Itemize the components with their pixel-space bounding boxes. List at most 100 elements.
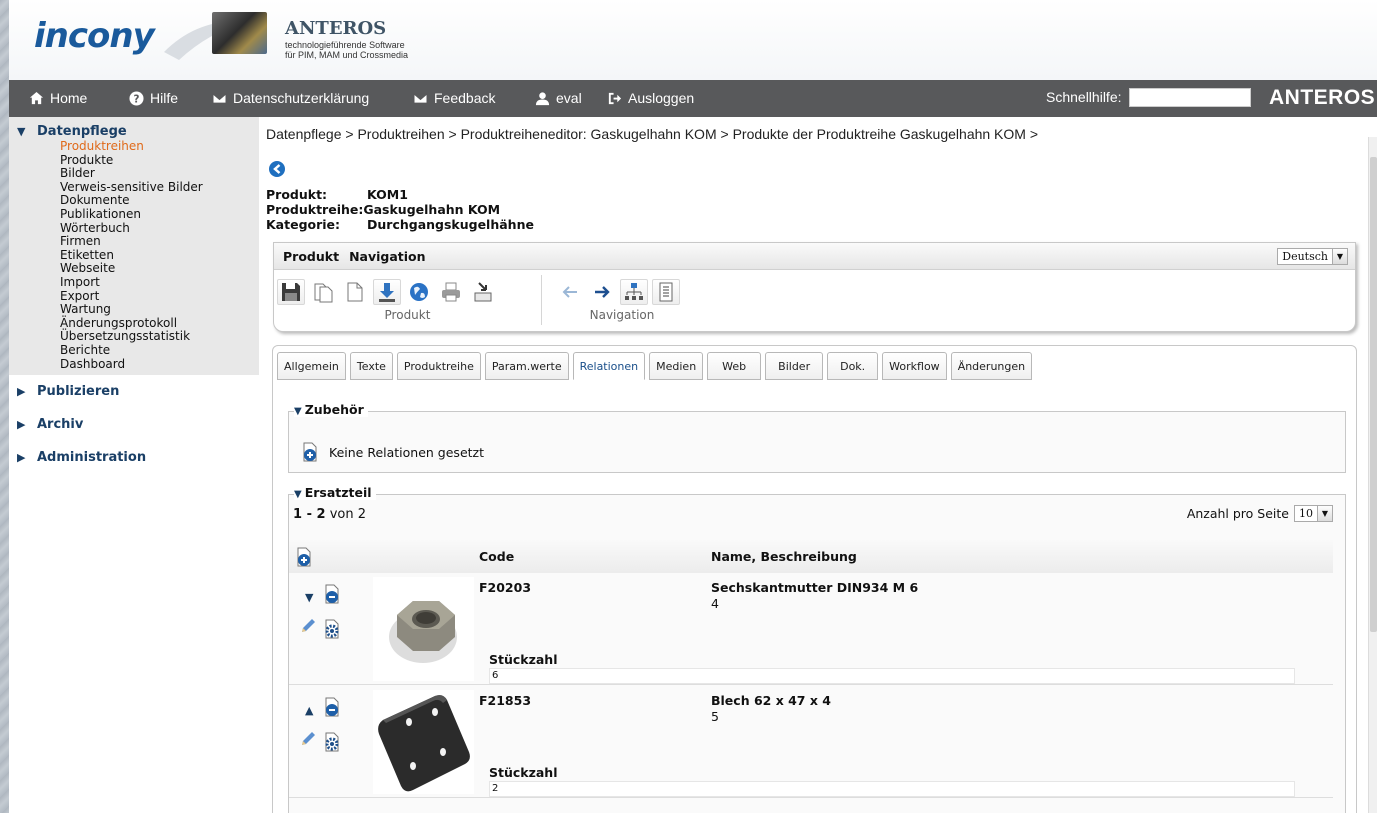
new-document-button[interactable] <box>341 279 369 305</box>
sidebar-section-header[interactable]: ▼ Datenpflege <box>9 122 259 140</box>
sidebar-item-produktreihen[interactable]: Produktreihen <box>60 139 259 154</box>
add-relation-icon[interactable] <box>301 442 319 462</box>
sidebar-item-woerterbuch[interactable]: Wörterbuch <box>60 221 259 236</box>
tab-dok[interactable]: Dok. <box>827 352 879 380</box>
triangle-down-icon[interactable]: ▼ <box>305 591 313 604</box>
ersatzteil-legend[interactable]: ▼ Ersatzteil <box>294 485 376 500</box>
toolbar-menu: Produkt Navigation <box>274 243 1355 270</box>
breadcrumb[interactable]: Datenpflege > Produktreihen > Produktrei… <box>266 126 1038 142</box>
nav-feedback[interactable]: Feedback <box>413 90 495 106</box>
incony-logo[interactable]: incony <box>34 16 155 56</box>
row-code[interactable]: F21853 <box>479 693 531 708</box>
sidebar-item-wartung[interactable]: Wartung <box>60 303 259 317</box>
row-code[interactable]: F20203 <box>479 580 531 595</box>
globe-button[interactable] <box>405 279 433 305</box>
sidebar-section-archiv[interactable]: ▶ Archiv <box>9 408 259 441</box>
nav-logout[interactable]: Ausloggen <box>607 90 694 106</box>
nav-user[interactable]: eval <box>535 90 582 106</box>
tab-web[interactable]: Web <box>707 352 762 380</box>
tab-produktreihe[interactable]: Produktreihe <box>396 352 481 380</box>
tab-workflow[interactable]: Workflow <box>882 352 947 380</box>
envelope-icon <box>413 92 428 104</box>
gear-document-icon[interactable] <box>323 619 341 639</box>
scrollbar-thumb[interactable] <box>1370 157 1377 632</box>
nav-privacy[interactable]: Datenschutzerklärung <box>212 90 369 106</box>
language-select[interactable]: Deutsch ▼ <box>1277 248 1348 265</box>
toolbar-group-produkt: Produkt <box>274 275 542 325</box>
product-image-hex-nut[interactable] <box>373 577 474 681</box>
svg-text:?: ? <box>134 93 140 105</box>
envelope-icon <box>212 92 227 104</box>
brand-subtitle-line-2: für PIM, MAM und Crossmedia <box>285 50 409 60</box>
remove-relation-icon[interactable] <box>323 584 341 604</box>
hierarchy-button[interactable] <box>620 279 648 305</box>
vertical-scrollbar[interactable] <box>1368 137 1377 813</box>
print-button[interactable] <box>437 279 465 305</box>
tab-paramwerte[interactable]: Param.werte <box>484 352 569 380</box>
row-controls: ▼ <box>299 581 349 651</box>
sidebar-item-webseite[interactable]: Webseite <box>60 262 259 276</box>
column-name[interactable]: Name, Beschreibung <box>711 549 857 564</box>
sidebar-item-uebersetzungsstatistik[interactable]: Übersetzungsstatistik <box>60 330 259 344</box>
tab-texte[interactable]: Texte <box>349 352 393 380</box>
nav-help[interactable]: ? Hilfe <box>129 90 178 106</box>
pencil-icon[interactable] <box>299 730 317 748</box>
back-arrow-icon[interactable] <box>269 161 285 177</box>
remove-relation-icon[interactable] <box>323 697 341 717</box>
sidebar-item-etiketten[interactable]: Etiketten <box>60 248 259 263</box>
toolbar-panel: Produkt Navigation Deutsch ▼ Produkt Nav… <box>273 242 1356 332</box>
sidebar-section-administration[interactable]: ▶ Administration <box>9 441 259 474</box>
product-image-metal-plate[interactable] <box>373 690 474 794</box>
triangle-up-icon[interactable]: ▲ <box>305 704 313 717</box>
qty-input[interactable]: 2 <box>489 781 1295 797</box>
sidebar-item-dashboard[interactable]: Dashboard <box>60 357 259 372</box>
tab-relationen[interactable]: Relationen <box>572 352 646 380</box>
tab-allgemein[interactable]: Allgemein <box>277 352 346 380</box>
save-icon <box>282 283 300 301</box>
sidebar-item-publikationen[interactable]: Publikationen <box>60 207 259 222</box>
print-icon <box>442 282 460 302</box>
nav-home[interactable]: Home <box>29 90 87 106</box>
new-document-icon <box>347 282 363 302</box>
sidebar-item-bilder[interactable]: Bilder <box>60 167 259 181</box>
menu-navigation[interactable]: Navigation <box>349 249 425 264</box>
column-code[interactable]: Code <box>479 549 514 564</box>
row-number: 4 <box>711 596 719 611</box>
tab-bilder[interactable]: Bilder <box>765 352 824 380</box>
sidebar-item-import[interactable]: Import <box>60 275 259 290</box>
previous-button[interactable] <box>556 279 584 305</box>
zubehoer-legend[interactable]: ▼ Zubehör <box>294 402 368 417</box>
nav-feedback-label: Feedback <box>434 90 496 106</box>
quickhelp-input[interactable] <box>1129 88 1251 107</box>
list-button[interactable] <box>652 279 680 305</box>
save-button[interactable] <box>277 279 305 305</box>
pager-of: von 2 <box>329 507 366 522</box>
triangle-right-icon: ▶ <box>17 385 26 399</box>
import-button[interactable] <box>469 279 497 305</box>
sidebar-section-publizieren[interactable]: ▶ Publizieren <box>9 375 259 408</box>
next-button[interactable] <box>588 279 616 305</box>
per-page-select[interactable]: 10 ▼ <box>1294 505 1333 522</box>
copy-button[interactable] <box>309 279 337 305</box>
metal-plate-image <box>378 695 470 792</box>
sidebar-item-dokumente[interactable]: Dokumente <box>60 194 259 208</box>
qty-input[interactable]: 6 <box>489 668 1295 684</box>
sidebar-item-verweis-bilder[interactable]: Verweis-sensitive Bilder <box>60 180 259 195</box>
sidebar-item-export[interactable]: Export <box>60 289 259 304</box>
tab-aenderungen[interactable]: Änderungen <box>950 352 1033 380</box>
gear-document-icon[interactable] <box>323 732 341 752</box>
toolbar-group-navigation-label: Navigation <box>589 308 655 322</box>
arrow-left-icon <box>562 286 577 298</box>
arrow-right-icon <box>595 286 610 298</box>
menu-produkt[interactable]: Produkt <box>283 249 339 264</box>
sidebar-item-firmen[interactable]: Firmen <box>60 235 259 249</box>
table-row: ▼ F20203 Sechskantmutter DIN934 M 6 4 St… <box>289 573 1333 685</box>
brand-subtitle-line-1: technologieführende Software <box>285 40 405 50</box>
sidebar-item-berichte[interactable]: Berichte <box>60 343 259 358</box>
pencil-icon[interactable] <box>299 617 317 635</box>
sidebar-item-produkte[interactable]: Produkte <box>60 153 259 168</box>
add-relation-icon[interactable] <box>295 547 313 567</box>
download-button[interactable] <box>373 279 401 305</box>
hierarchy-icon <box>625 283 643 300</box>
tab-medien[interactable]: Medien <box>649 352 704 380</box>
